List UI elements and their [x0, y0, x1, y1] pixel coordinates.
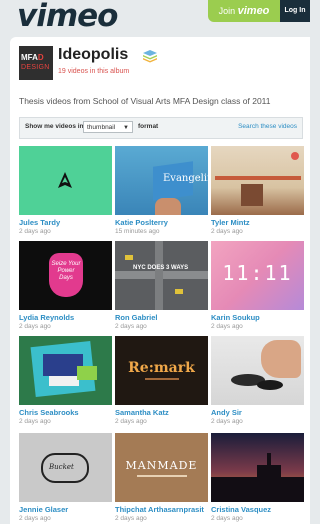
video-thumbnail[interactable] [211, 336, 304, 405]
video-time: 2 days ago [19, 323, 51, 330]
thumb-title: Bucket [49, 463, 74, 471]
login-button[interactable]: Log In [280, 0, 310, 22]
video-author[interactable]: Katie Poslterry [115, 218, 208, 227]
video-time: 2 days ago [211, 228, 243, 235]
video-time: 2 days ago [115, 323, 147, 330]
video-tile[interactable]: Chris Seabrooks 2 days ago [19, 336, 112, 425]
thumb-title: NYC DOES 3 WAYS [133, 265, 189, 271]
thumb-title: 11:11 [222, 261, 293, 285]
video-tile[interactable]: Cristina Vasquez 2 days ago [211, 433, 304, 522]
video-thumbnail[interactable] [211, 433, 304, 502]
video-tile[interactable]: Tyler Mintz 2 days ago [211, 146, 304, 235]
video-time: 15 minutes ago [115, 228, 160, 235]
thumb-title: Evangeline [163, 173, 208, 184]
video-author[interactable]: Andy Sir [211, 408, 304, 417]
album-title: Ideopolis [58, 46, 129, 63]
top-bar: vimeo Join vimeo Log In [0, 0, 310, 38]
view-filter-bar: Show me videos in thumbnail ▼ format Sea… [19, 117, 303, 139]
format-label: format [138, 123, 159, 130]
join-brand: vimeo [237, 5, 270, 17]
album-thumb-line1: MFAD [21, 53, 44, 62]
video-thumbnail[interactable]: Re:mark [115, 336, 208, 405]
video-tile[interactable]: Bucket Jennie Glaser 2 days ago [19, 433, 112, 522]
video-author[interactable]: Tyler Mintz [211, 218, 304, 227]
hand-symbol-icon [58, 172, 72, 188]
video-tile[interactable]: Seize Your Power Days Lydia Reynolds 2 d… [19, 241, 112, 330]
album-thumb-line2: DESIGN [21, 64, 50, 71]
video-tile[interactable]: Re:mark Samantha Katz 2 days ago [115, 336, 208, 425]
vimeo-logo[interactable]: vimeo [17, 0, 118, 34]
thumb-title: Seize Your Power Days [51, 261, 81, 281]
thumb-title: Re:mark [128, 360, 195, 376]
video-author[interactable]: Samantha Katz [115, 408, 208, 417]
search-videos-link[interactable]: Search these videos [238, 123, 297, 130]
video-time: 2 days ago [19, 515, 51, 522]
video-thumbnail[interactable]: Bucket [19, 433, 112, 502]
join-button[interactable]: Join vimeo [208, 0, 280, 22]
video-thumbnail[interactable]: MANMADE [115, 433, 208, 502]
video-time: 2 days ago [19, 228, 51, 235]
video-tile[interactable]: 11:11 Karin Soukup 2 days ago [211, 241, 304, 330]
video-time: 2 days ago [211, 515, 243, 522]
album-stack-icon [143, 50, 157, 63]
view-format-select[interactable]: thumbnail ▼ [83, 121, 133, 133]
video-thumbnail[interactable] [211, 146, 304, 215]
video-time: 2 days ago [19, 418, 51, 425]
video-tile[interactable]: Andy Sir 2 days ago [211, 336, 304, 425]
album-panel: MFAD DESIGN Ideopolis 19 videos in this … [10, 37, 310, 524]
album-thumbnail[interactable]: MFAD DESIGN [19, 46, 53, 80]
video-author[interactable]: Karin Soukup [211, 313, 304, 322]
video-thumbnail[interactable] [19, 336, 112, 405]
show-label: Show me videos in [25, 123, 84, 130]
video-thumbnail[interactable]: Seize Your Power Days [19, 241, 112, 310]
video-time: 2 days ago [115, 515, 147, 522]
video-author[interactable]: Thipchat Arthasarnprasit [115, 505, 208, 514]
view-format-value: thumbnail [87, 124, 116, 131]
video-tile[interactable]: Evangeline Katie Poslterry 15 minutes ag… [115, 146, 208, 235]
video-time: 2 days ago [115, 418, 147, 425]
join-label: Join [218, 6, 236, 16]
album-description: Thesis videos from School of Visual Arts… [19, 96, 271, 106]
video-thumbnail[interactable]: Evangeline [115, 146, 208, 215]
video-time: 2 days ago [211, 418, 243, 425]
video-author[interactable]: Chris Seabrooks [19, 408, 112, 417]
video-author[interactable]: Jules Tardy [19, 218, 112, 227]
video-thumbnail[interactable]: 11:11 [211, 241, 304, 310]
video-author[interactable]: Lydia Reynolds [19, 313, 112, 322]
video-thumbnail[interactable] [19, 146, 112, 215]
video-author[interactable]: Ron Gabriel [115, 313, 208, 322]
video-tile[interactable]: MANMADE Thipchat Arthasarnprasit 2 days … [115, 433, 208, 522]
video-thumbnail[interactable]: NYC DOES 3 WAYS [115, 241, 208, 310]
chevron-down-icon: ▼ [123, 125, 129, 131]
video-tile[interactable]: Jules Tardy 2 days ago [19, 146, 112, 235]
video-author[interactable]: Jennie Glaser [19, 505, 112, 514]
thumb-title: MANMADE [125, 459, 198, 472]
video-time: 2 days ago [211, 323, 243, 330]
video-author[interactable]: Cristina Vasquez [211, 505, 304, 514]
video-count: 19 videos in this album [58, 68, 130, 75]
video-tile[interactable]: NYC DOES 3 WAYS Ron Gabriel 2 days ago [115, 241, 208, 330]
